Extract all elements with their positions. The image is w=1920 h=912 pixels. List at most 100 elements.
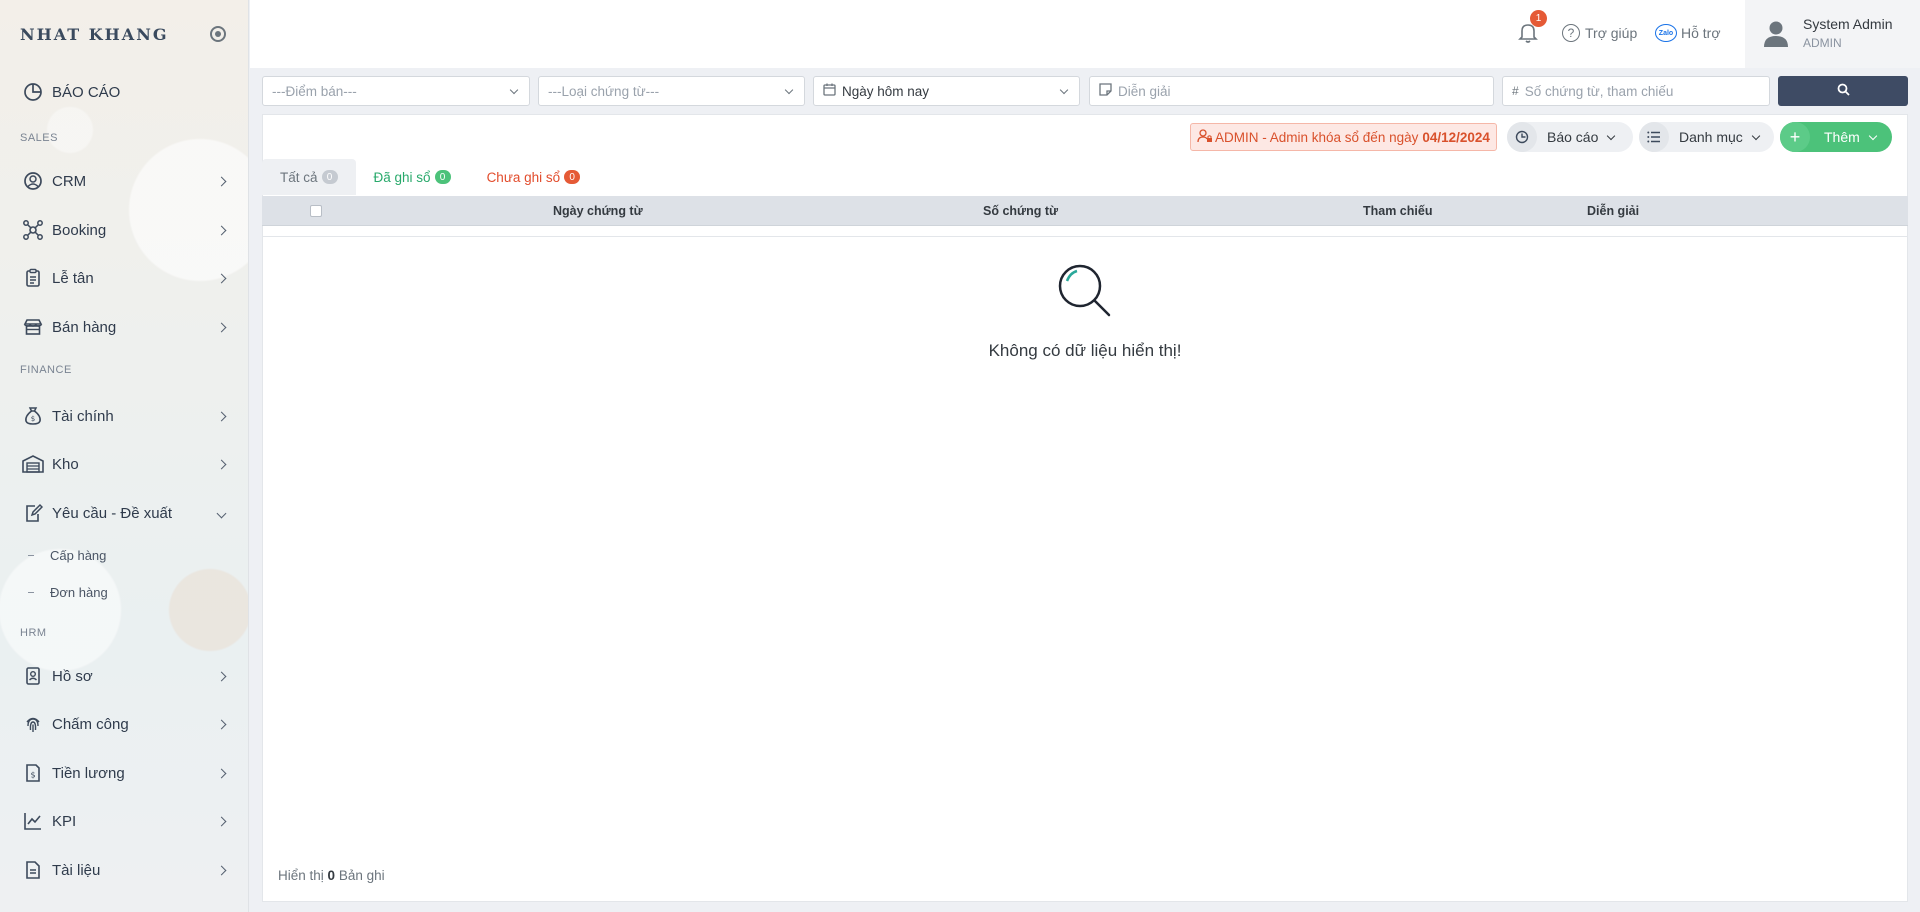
content-panel: [262, 114, 1908, 902]
chevron-right-icon: [216, 225, 227, 235]
sidebar-subitem-supply[interactable]: Cấp hàng: [28, 548, 106, 563]
sidebar-item-kpi[interactable]: KPI: [0, 803, 249, 839]
help-link[interactable]: ? Trợ giúp: [1562, 24, 1637, 42]
document-icon: [22, 859, 44, 881]
record-count: Hiển thị 0 Bản ghi: [278, 868, 385, 883]
tab-count-badge: 0: [321, 170, 338, 184]
sidebar-item-label: CRM: [52, 172, 87, 190]
voucher-type-select[interactable]: ---Loại chứng từ---: [538, 76, 805, 106]
sidebar-item-label: Lễ tân: [52, 269, 94, 287]
point-of-sale-select[interactable]: ---Điểm bán---: [262, 76, 530, 106]
sidebar-item-report[interactable]: BÁO CÁO: [0, 74, 249, 110]
date-range-select[interactable]: Ngày hôm nay: [813, 76, 1080, 106]
sidebar: NHAT KHANG BÁO CÁO SALES CRM Booking Lễ …: [0, 0, 249, 912]
sidebar-item-documents[interactable]: Tài liệu: [0, 852, 249, 888]
note-icon: [1099, 83, 1112, 99]
sidebar-item-hr-profile[interactable]: Hồ sơ: [0, 658, 249, 694]
add-button[interactable]: + Thêm: [1780, 122, 1892, 152]
line-chart-icon: [22, 810, 44, 832]
sidebar-item-label: KPI: [52, 812, 77, 830]
sidebar-item-reception[interactable]: Lễ tân: [0, 260, 249, 296]
section-label-finance: FINANCE: [20, 364, 72, 376]
sidebar-item-sales[interactable]: Bán hàng: [0, 309, 249, 345]
chevron-right-icon: [216, 671, 227, 681]
chevron-right-icon: [216, 411, 227, 421]
tab-unposted[interactable]: Chưa ghi sổ 0: [469, 159, 599, 195]
lock-note-text: ADMIN - Admin khóa sổ đến ngày: [1215, 129, 1419, 145]
question-icon: ?: [1562, 24, 1580, 42]
hash-icon: #: [1512, 84, 1519, 98]
support-label: Hỗ trợ: [1681, 25, 1721, 41]
chevron-right-icon: [216, 816, 227, 826]
chevron-down-icon: [1607, 131, 1616, 140]
lock-period-notice: ADMIN - Admin khóa sổ đến ngày 04/12/202…: [1190, 123, 1497, 151]
svg-text:$: $: [31, 415, 35, 423]
chevron-right-icon: [216, 719, 227, 729]
chevron-right-icon: [216, 176, 227, 186]
tab-label: Chưa ghi sổ: [486, 169, 561, 185]
sidebar-item-label: BÁO CÁO: [52, 83, 121, 101]
sidebar-item-label: Kho: [52, 455, 79, 473]
select-value: ---Loại chứng từ---: [548, 83, 660, 99]
select-value: Ngày hôm nay: [842, 83, 930, 99]
sidebar-item-finance[interactable]: $ Tài chính: [0, 398, 249, 434]
sidebar-item-salary[interactable]: $ Tiền lương: [0, 755, 249, 791]
user-circle-icon: [22, 170, 44, 192]
chevron-down-icon: [1059, 85, 1069, 95]
brand-logo[interactable]: NHAT KHANG: [20, 25, 168, 44]
chevron-right-icon: [216, 273, 227, 283]
table-header: Ngày chứng từ Số chứng từ Tham chiếu Diễ…: [262, 196, 1908, 226]
clipboard-icon: [22, 267, 44, 289]
tab-label: Đã ghi sổ: [373, 169, 431, 185]
input-placeholder: Diễn giải: [1118, 83, 1171, 99]
id-card-icon: [22, 665, 44, 687]
lock-date: 04/12/2024: [1422, 129, 1490, 145]
tab-label: Tất cả: [280, 169, 318, 185]
avatar: [1763, 20, 1789, 48]
chevron-down-icon: [1751, 131, 1761, 140]
tab-posted[interactable]: Đã ghi sổ 0: [356, 159, 469, 195]
sidebar-item-requests[interactable]: Yêu cầu - Đề xuất: [0, 495, 249, 531]
chevron-down-icon: [216, 508, 227, 518]
column-header-reference[interactable]: Tham chiếu: [1363, 204, 1432, 218]
catalog-dropdown[interactable]: Danh mục: [1639, 122, 1774, 152]
edit-document-icon: [22, 502, 44, 524]
sidebar-subitem-orders[interactable]: Đơn hàng: [28, 585, 108, 600]
zalo-icon: Zalo: [1655, 24, 1677, 42]
user-menu[interactable]: System Admin ADMIN: [1745, 0, 1920, 68]
column-header-number[interactable]: Số chứng từ: [983, 204, 1058, 218]
support-link[interactable]: Zalo Hỗ trợ: [1655, 24, 1721, 42]
column-header-date[interactable]: Ngày chứng từ: [553, 204, 643, 218]
sidebar-item-warehouse[interactable]: Kho: [0, 446, 249, 482]
search-button[interactable]: [1778, 76, 1908, 106]
sidebar-item-label: Yêu cầu - Đề xuất: [52, 504, 173, 522]
section-label-hrm: HRM: [20, 627, 47, 639]
tab-all[interactable]: Tất cả 0: [262, 159, 356, 195]
chevron-right-icon: [216, 865, 227, 875]
sidebar-item-label: Booking: [52, 221, 107, 239]
fingerprint-icon: [22, 713, 44, 735]
chevron-right-icon: [216, 322, 227, 332]
pie-chart-icon: [22, 81, 44, 103]
money-bag-icon: $: [22, 405, 44, 427]
description-input[interactable]: Diễn giải: [1089, 76, 1494, 106]
sidebar-item-label: Tài chính: [52, 407, 114, 425]
voucher-number-input[interactable]: # Số chứng từ, tham chiếu: [1502, 76, 1770, 106]
dash-icon: [28, 555, 34, 556]
notification-badge: 1: [1530, 10, 1547, 27]
tab-count-badge: 0: [434, 170, 451, 184]
empty-state-message: Không có dữ liệu hiển thị!: [988, 341, 1182, 360]
sidebar-item-crm[interactable]: CRM: [0, 163, 249, 199]
sidebar-item-booking[interactable]: Booking: [0, 212, 249, 248]
sidebar-toggle-icon[interactable]: [210, 26, 226, 42]
search-icon: [1837, 83, 1850, 99]
record-count-suffix: Bản ghi: [338, 868, 385, 883]
column-header-description[interactable]: Diễn giải: [1587, 204, 1639, 218]
select-all-checkbox[interactable]: [310, 205, 322, 217]
report-dropdown[interactable]: Báo cáo: [1507, 122, 1633, 152]
sidebar-subitem-label: Cấp hàng: [50, 548, 107, 563]
record-count-prefix: Hiển thị: [278, 868, 324, 883]
sidebar-item-timekeeping[interactable]: Chấm công: [0, 706, 249, 742]
user-role: ADMIN: [1803, 36, 1842, 50]
invoice-icon: $: [22, 762, 44, 784]
